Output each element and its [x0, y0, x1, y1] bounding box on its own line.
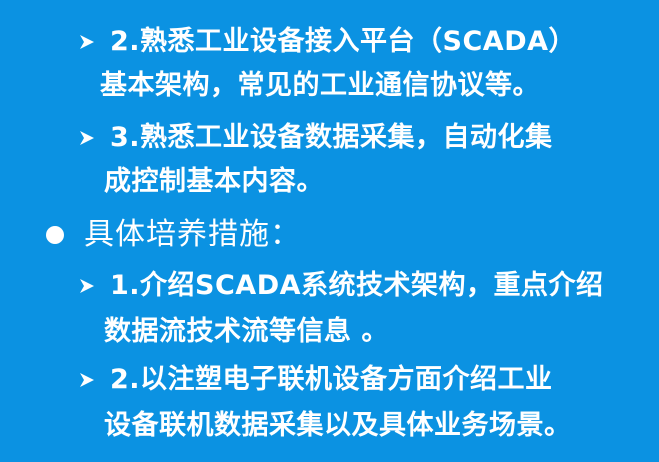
- list-item-continuation: 基本架构，常见的工业通信协议等。: [100, 66, 540, 106]
- filled-circle-icon: [46, 226, 64, 244]
- arrow-right-icon: [78, 371, 96, 389]
- list-item: 2.熟悉工业设备接入平台（SCADA）: [78, 22, 576, 62]
- list-item: 1.介绍SCADA系统技术架构，重点介绍: [78, 266, 604, 306]
- section-heading: 具体培养措施：: [84, 217, 301, 252]
- arrow-right-icon: [78, 33, 96, 51]
- list-item-continuation: 设备联机数据采集以及具体业务场景。: [104, 406, 572, 446]
- item-text-line1: 2.以注塑电子联机设备方面介绍工业: [110, 364, 553, 395]
- list-item: 3.熟悉工业设备数据采集，自动化集: [78, 118, 553, 158]
- list-item-continuation: 成控制基本内容。: [104, 162, 324, 202]
- item-text-line1: 2.熟悉工业设备接入平台（SCADA）: [110, 26, 577, 57]
- slide: 2.熟悉工业设备接入平台（SCADA） 基本架构，常见的工业通信协议等。 3.熟…: [0, 0, 659, 462]
- list-item-continuation: 数据流技术流等信息 。: [104, 312, 389, 352]
- item-text-line2: 数据流技术流等信息 。: [104, 316, 389, 347]
- item-text-line2: 设备联机数据采集以及具体业务场景。: [104, 410, 572, 441]
- item-text-line2: 成控制基本内容。: [104, 166, 324, 197]
- arrow-right-icon: [78, 129, 96, 147]
- list-item: 2.以注塑电子联机设备方面介绍工业: [78, 360, 553, 400]
- item-text-line1: 3.熟悉工业设备数据采集，自动化集: [110, 122, 553, 153]
- item-text-line1: 1.介绍SCADA系统技术架构，重点介绍: [110, 270, 604, 301]
- item-text-line2: 基本架构，常见的工业通信协议等。: [100, 70, 540, 101]
- arrow-right-icon: [78, 277, 96, 295]
